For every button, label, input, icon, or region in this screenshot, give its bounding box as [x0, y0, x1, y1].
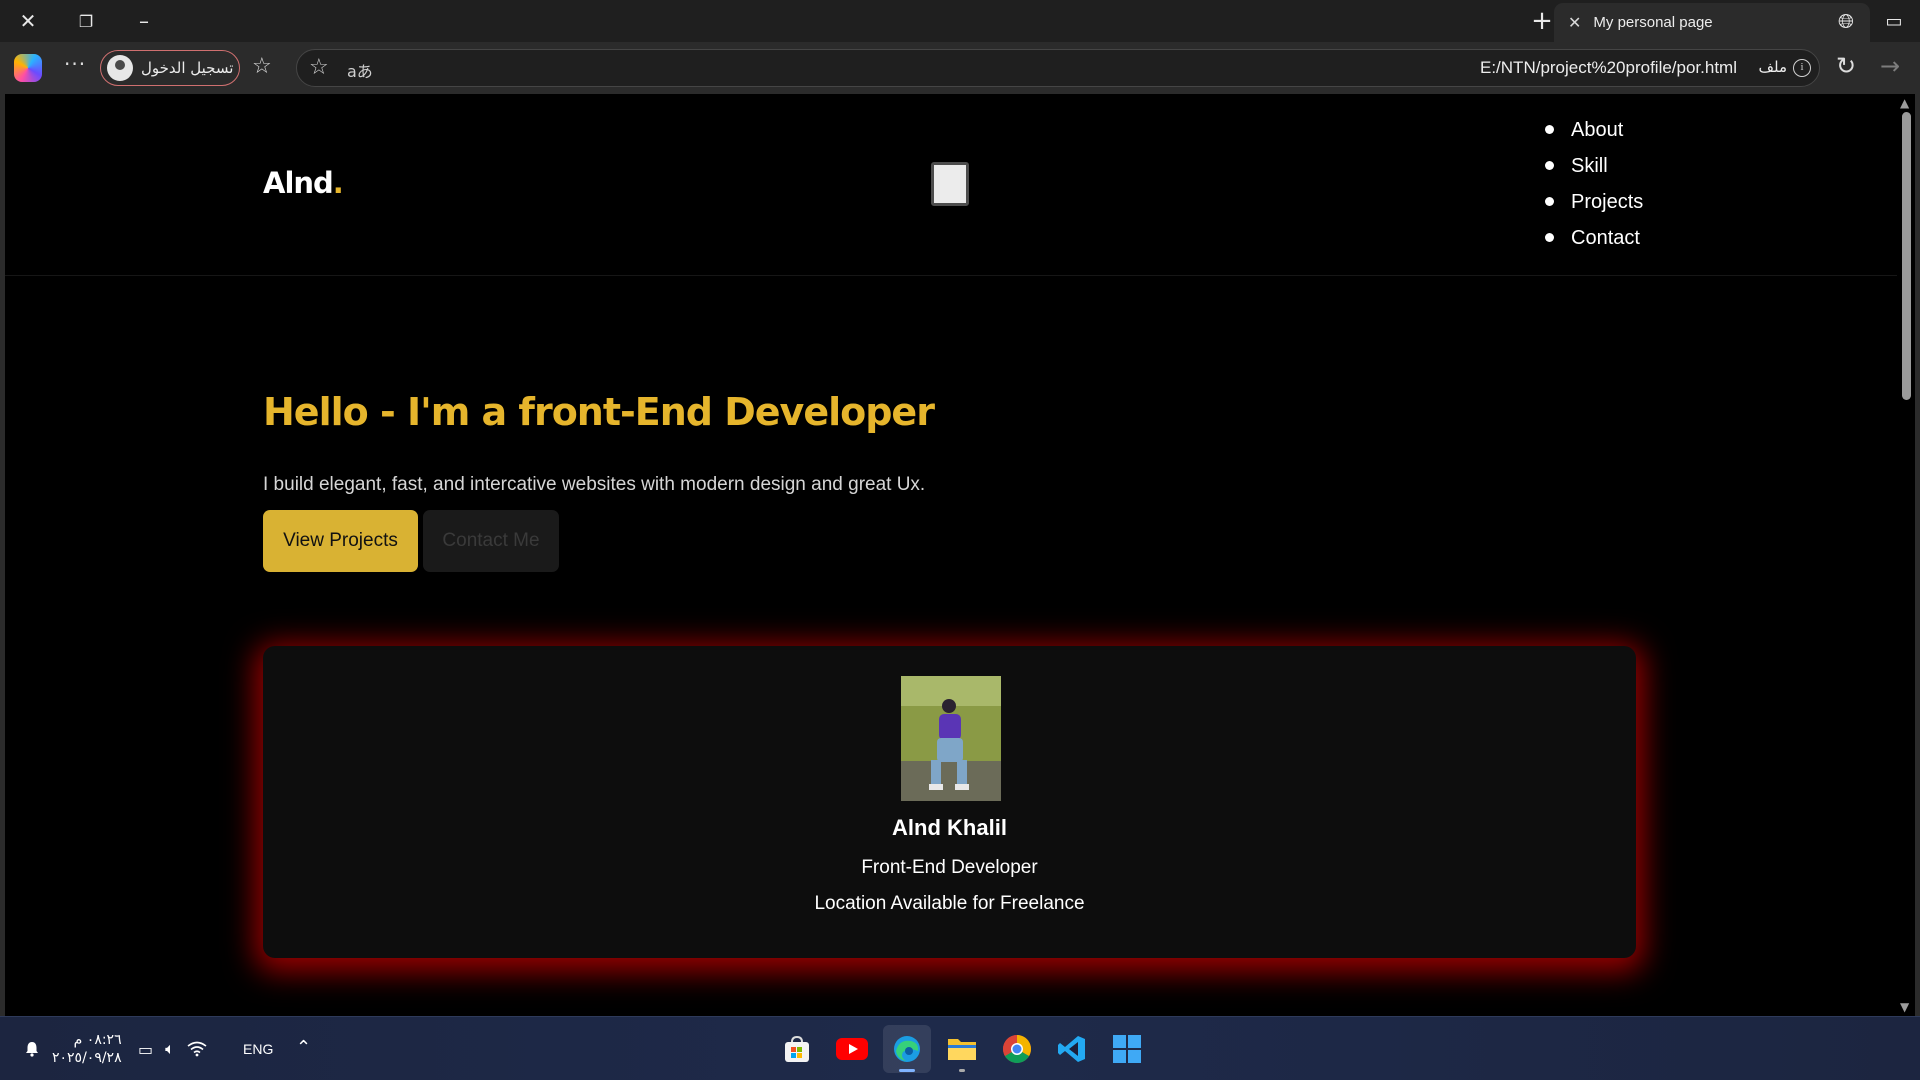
profile-avatar-icon [107, 55, 133, 81]
address-bar[interactable]: ☆ aあ E:/NTN/project%20profile/por.html م… [296, 49, 1820, 87]
profile-location: Location Available for Freelance [814, 893, 1085, 914]
windows-taskbar: ٠٨:٢٦ م ٢٠٢٥/٠٩/٢٨ ▭ 🔈︎ ENG ⌃ [0, 1016, 1920, 1080]
more-options-icon[interactable]: ··· [64, 52, 86, 76]
read-aloud-icon[interactable]: aあ [347, 58, 373, 82]
menu-toggle-button[interactable] [931, 162, 969, 206]
main-nav: About Skill Projects Contact [1545, 112, 1643, 256]
tab-actions-icon[interactable]: ▭ [1866, 0, 1920, 42]
close-tab-icon[interactable]: ✕ [1568, 13, 1581, 33]
minimize-window-button[interactable]: – [116, 0, 172, 42]
system-tray: ▭ 🔈︎ [138, 1039, 207, 1059]
scrollbar-thumb[interactable] [1902, 112, 1911, 400]
clock-date: ٢٠٢٥/٠٩/٢٨ [52, 1050, 122, 1066]
copilot-icon[interactable] [14, 54, 42, 82]
logo-dot: . [332, 166, 344, 200]
battery-icon[interactable]: ▭ [138, 1040, 153, 1059]
nav-item-projects[interactable]: Projects [1545, 184, 1643, 220]
site-header: Alnd. About Skill Projects Contact [5, 94, 1897, 276]
tab-title: My personal page [1593, 14, 1713, 31]
add-favorite-icon[interactable]: ☆ [309, 55, 329, 80]
view-projects-button[interactable]: View Projects [263, 510, 418, 572]
clock-time: ٠٨:٢٦ م [73, 1032, 122, 1048]
close-window-button[interactable]: ✕ [0, 0, 56, 42]
nav-item-contact[interactable]: Contact [1545, 220, 1643, 256]
site-info-icon[interactable]: i [1793, 59, 1811, 77]
contact-me-button[interactable]: Contact Me [423, 510, 559, 572]
sign-in-button[interactable]: تسجيل الدخول [100, 50, 240, 86]
profile-card: Alnd Khalil Front-End Developer Location… [263, 646, 1636, 958]
volume-icon[interactable]: 🔈︎ [165, 1039, 175, 1059]
favorites-icon[interactable]: ☆ [252, 54, 272, 79]
edge-icon[interactable] [883, 1025, 931, 1073]
hero-subtitle: I build elegant, fast, and intercative w… [263, 474, 926, 495]
url-text[interactable]: E:/NTN/project%20profile/por.html [1480, 58, 1737, 78]
hero-title: Hello - I'm a front-End Developer [263, 390, 935, 434]
profile-name: Alnd Khalil [892, 815, 1007, 840]
scroll-up-icon[interactable]: ▲ [1900, 96, 1909, 110]
scroll-down-icon[interactable]: ▼ [1900, 1000, 1909, 1014]
nav-item-skill[interactable]: Skill [1545, 148, 1643, 184]
url-scheme-label: ملف [1758, 58, 1787, 76]
nav-item-about[interactable]: About [1545, 112, 1643, 148]
reload-icon[interactable]: ↻ [1836, 52, 1856, 80]
restore-window-button[interactable]: ❐ [58, 0, 114, 42]
chrome-icon[interactable] [993, 1025, 1041, 1073]
store-icon[interactable] [773, 1025, 821, 1073]
window-frame-right [1915, 94, 1920, 1016]
logo-text: Alnd [263, 166, 334, 200]
browser-toolbar: ··· تسجيل الدخول ☆ ☆ aあ E:/NTN/project%2… [0, 42, 1920, 94]
forward-icon[interactable]: → [1880, 52, 1900, 80]
youtube-icon[interactable] [828, 1025, 876, 1073]
page-scrollbar[interactable]: ▲ ▼ [1897, 94, 1915, 1016]
site-logo[interactable]: Alnd. [263, 166, 344, 200]
sign-in-label: تسجيل الدخول [141, 59, 234, 77]
taskbar-apps [773, 1025, 1151, 1073]
profile-role: Front-End Developer [861, 857, 1038, 878]
browser-title-bar: ✕ ❐ – + ✕ My personal page 🌐︎ ▭ [0, 0, 1920, 42]
page-viewport: Alnd. About Skill Projects Contact Hello… [5, 94, 1897, 1016]
vscode-icon[interactable] [1048, 1025, 1096, 1073]
windows-icon[interactable] [1103, 1025, 1151, 1073]
profile-photo [901, 676, 1001, 801]
notification-bell-icon[interactable] [24, 1041, 40, 1057]
file-explorer-icon[interactable] [938, 1025, 986, 1073]
system-clock[interactable]: ٠٨:٢٦ م ٢٠٢٥/٠٩/٢٨ [52, 1031, 122, 1067]
show-hidden-icons-icon[interactable]: ⌃ [296, 1037, 311, 1058]
language-indicator[interactable]: ENG [243, 1041, 273, 1057]
wifi-icon[interactable] [187, 1041, 207, 1057]
